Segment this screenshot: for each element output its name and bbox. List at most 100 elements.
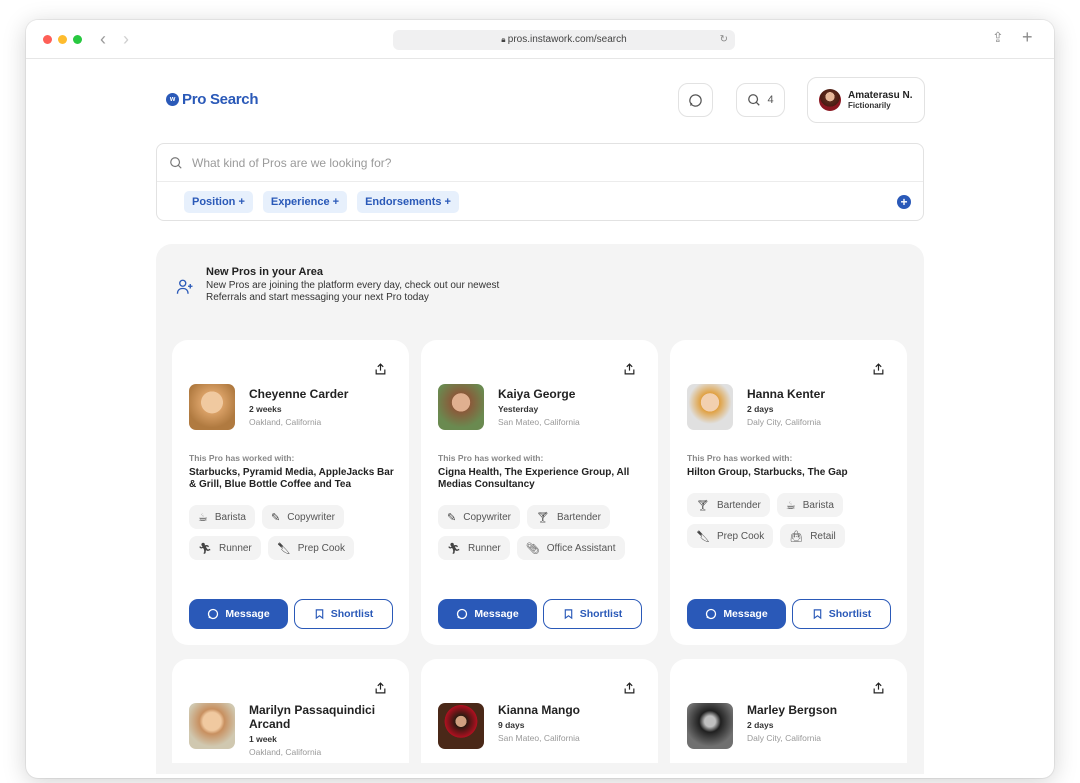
position-tag: 🔪︎ Prep Cook bbox=[267, 536, 354, 560]
tag-label: Retail bbox=[810, 530, 836, 542]
search-box: Position + Experience + Endorsements + + bbox=[156, 143, 924, 221]
pro-card: Cheyenne Carder 2 weeks Oakland, Californi… bbox=[172, 340, 409, 645]
pro-name[interactable]: Cheyenne Carder bbox=[249, 387, 394, 401]
search-icon bbox=[748, 94, 761, 106]
tag-label: Barista bbox=[802, 499, 834, 511]
feather-icon: ✎ bbox=[447, 511, 457, 524]
new-tab-icon[interactable]: + bbox=[1022, 27, 1033, 48]
pro-joined: 2 days bbox=[747, 720, 774, 730]
paperclip-icon: 📎︎ bbox=[525, 542, 540, 555]
share-icon[interactable] bbox=[374, 362, 387, 376]
message-label: Message bbox=[225, 608, 270, 620]
back-icon[interactable]: ‹ bbox=[100, 29, 106, 50]
reload-icon[interactable]: ↻ bbox=[720, 30, 728, 50]
message-button[interactable]: Message bbox=[438, 599, 537, 629]
bag-icon: 👜︎ bbox=[789, 530, 804, 543]
tag-label: Barista bbox=[214, 511, 246, 523]
position-tag: ☕︎ Barista bbox=[776, 493, 843, 517]
filter-position[interactable]: Position + bbox=[184, 191, 253, 213]
avatar bbox=[819, 89, 841, 111]
tag-label: Prep Cook bbox=[716, 530, 765, 542]
share-icon[interactable] bbox=[623, 681, 636, 695]
pro-avatar[interactable] bbox=[438, 384, 484, 430]
search-icon bbox=[170, 156, 182, 169]
position-tag: 🏃︎ Runner bbox=[189, 536, 261, 560]
pro-name[interactable]: Hanna Kenter bbox=[747, 387, 892, 401]
chat-icon bbox=[689, 93, 702, 107]
pro-joined: 1 week bbox=[249, 734, 277, 744]
cocktail-icon: 🍸︎ bbox=[536, 511, 550, 524]
pro-card: Kaiya George Yesterday San Mateo, Californ… bbox=[421, 340, 658, 645]
search-input[interactable] bbox=[192, 155, 792, 170]
worked-with-label: This Pro has worked with: bbox=[189, 453, 295, 463]
add-filter-button[interactable]: + bbox=[897, 195, 911, 209]
coffee-icon: ☕︎ bbox=[785, 499, 796, 512]
maximize-window-button[interactable] bbox=[73, 35, 82, 44]
tag-label: Copywriter bbox=[463, 511, 512, 523]
pro-card: Hanna Kenter 2 days Daly City, California T… bbox=[670, 340, 907, 645]
tag-label: Bartender bbox=[716, 499, 761, 511]
message-button[interactable]: Message bbox=[189, 599, 288, 629]
pro-name[interactable]: Kaiya George bbox=[498, 387, 643, 401]
section-description: New Pros are joining the platform every … bbox=[206, 280, 500, 303]
position-tag: 🔪︎ Prep Cook bbox=[687, 524, 774, 548]
filter-experience[interactable]: Experience + bbox=[262, 191, 348, 213]
pro-card: Kianna Mango 9 days San Mateo, California bbox=[421, 659, 658, 763]
address-bar[interactable]: 🔒︎ pros.instawork.com/search ↻ bbox=[393, 30, 735, 50]
coffee-icon: ☕︎ bbox=[198, 511, 208, 524]
filter-endorsements[interactable]: Endorsements + bbox=[357, 191, 459, 213]
share-icon[interactable]: ⇪ bbox=[992, 29, 1004, 46]
pro-avatar[interactable] bbox=[687, 384, 733, 430]
search-count: 4 bbox=[767, 94, 774, 106]
shortlist-button[interactable]: Shortlist bbox=[543, 599, 642, 629]
tag-label: Bartender bbox=[556, 511, 601, 523]
share-icon[interactable] bbox=[623, 362, 636, 376]
bookmark-icon bbox=[564, 609, 572, 620]
saved-searches-button[interactable]: 4 bbox=[736, 83, 785, 117]
tag-label: Runner bbox=[467, 542, 501, 554]
close-window-button[interactable] bbox=[43, 35, 52, 44]
new-pros-section: New Pros in your Area New Pros are joinin… bbox=[156, 244, 924, 774]
share-icon[interactable] bbox=[872, 362, 885, 376]
shortlist-button[interactable]: Shortlist bbox=[792, 599, 891, 629]
bookmark-icon bbox=[315, 609, 323, 620]
messages-button[interactable] bbox=[678, 83, 713, 117]
pro-name[interactable]: Kianna Mango bbox=[498, 703, 643, 717]
cocktail-icon: 🍸︎ bbox=[696, 499, 710, 512]
pro-name[interactable]: Marley Bergson bbox=[747, 703, 892, 717]
pro-location: Oakland, California bbox=[249, 747, 322, 757]
runner-icon: 🏃︎ bbox=[447, 542, 461, 555]
message-button[interactable]: Message bbox=[687, 599, 786, 629]
pro-card: Marley Bergson 2 days Daly City, Californi… bbox=[670, 659, 907, 763]
share-icon[interactable] bbox=[872, 681, 885, 695]
bookmark-icon bbox=[813, 609, 821, 620]
position-tag: 📎︎ Office Assistant bbox=[516, 536, 625, 560]
shortlist-button[interactable]: Shortlist bbox=[294, 599, 393, 629]
pro-avatar[interactable] bbox=[687, 703, 733, 749]
logo-text: Pro Search bbox=[182, 91, 259, 108]
browser-toolbar: ‹ › 🔒︎ pros.instawork.com/search ↻ ⇪ + bbox=[26, 20, 1054, 59]
minimize-window-button[interactable] bbox=[58, 35, 67, 44]
share-icon[interactable] bbox=[374, 681, 387, 695]
pro-avatar[interactable] bbox=[189, 703, 235, 749]
forward-icon[interactable]: › bbox=[123, 29, 129, 50]
pro-companies: Starbucks, Pyramid Media, AppleJacks Bar… bbox=[189, 467, 394, 490]
user-plus-icon bbox=[176, 279, 193, 294]
logo[interactable]: w Pro Search bbox=[166, 91, 259, 108]
worked-with-label: This Pro has worked with: bbox=[438, 453, 544, 463]
profile-button[interactable]: Amaterasu N. Fictionarily bbox=[807, 77, 925, 123]
browser-window: ‹ › 🔒︎ pros.instawork.com/search ↻ ⇪ + wP… bbox=[26, 20, 1054, 778]
pro-avatar[interactable] bbox=[189, 384, 235, 430]
position-tag: 👜︎ Retail bbox=[780, 524, 845, 548]
user-name: Amaterasu N. bbox=[848, 90, 913, 101]
chat-icon bbox=[706, 608, 717, 620]
pro-name[interactable]: Marilyn Passaquindici Arcand bbox=[249, 703, 394, 731]
pro-location: Daly City, California bbox=[747, 417, 822, 427]
pro-joined: 2 weeks bbox=[249, 404, 282, 414]
shortlist-label: Shortlist bbox=[828, 608, 872, 620]
position-tag: ✎ Copywriter bbox=[262, 505, 345, 529]
pro-joined: Yesterday bbox=[498, 404, 539, 414]
pro-avatar[interactable] bbox=[438, 703, 484, 749]
knife-icon: 🔪︎ bbox=[696, 530, 710, 543]
position-tag: 🏃︎ Runner bbox=[438, 536, 510, 560]
